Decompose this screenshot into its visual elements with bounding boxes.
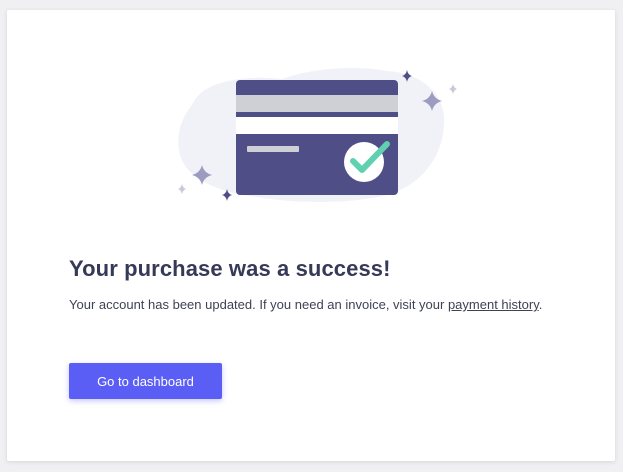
message-suffix: . — [538, 297, 543, 312]
sparkle-icon — [178, 184, 186, 194]
payment-history-link[interactable]: payment history — [448, 297, 539, 312]
success-message: Your account has been updated. If you ne… — [69, 297, 542, 312]
message-text: Your account has been updated. If you ne… — [69, 297, 448, 312]
credit-card-success-illustration — [178, 67, 457, 202]
sparkle-icon — [449, 84, 457, 94]
success-card: Your purchase was a success! Your accoun… — [7, 10, 615, 461]
success-headline: Your purchase was a success! — [69, 256, 391, 281]
go-to-dashboard-button[interactable]: Go to dashboard — [69, 363, 222, 399]
